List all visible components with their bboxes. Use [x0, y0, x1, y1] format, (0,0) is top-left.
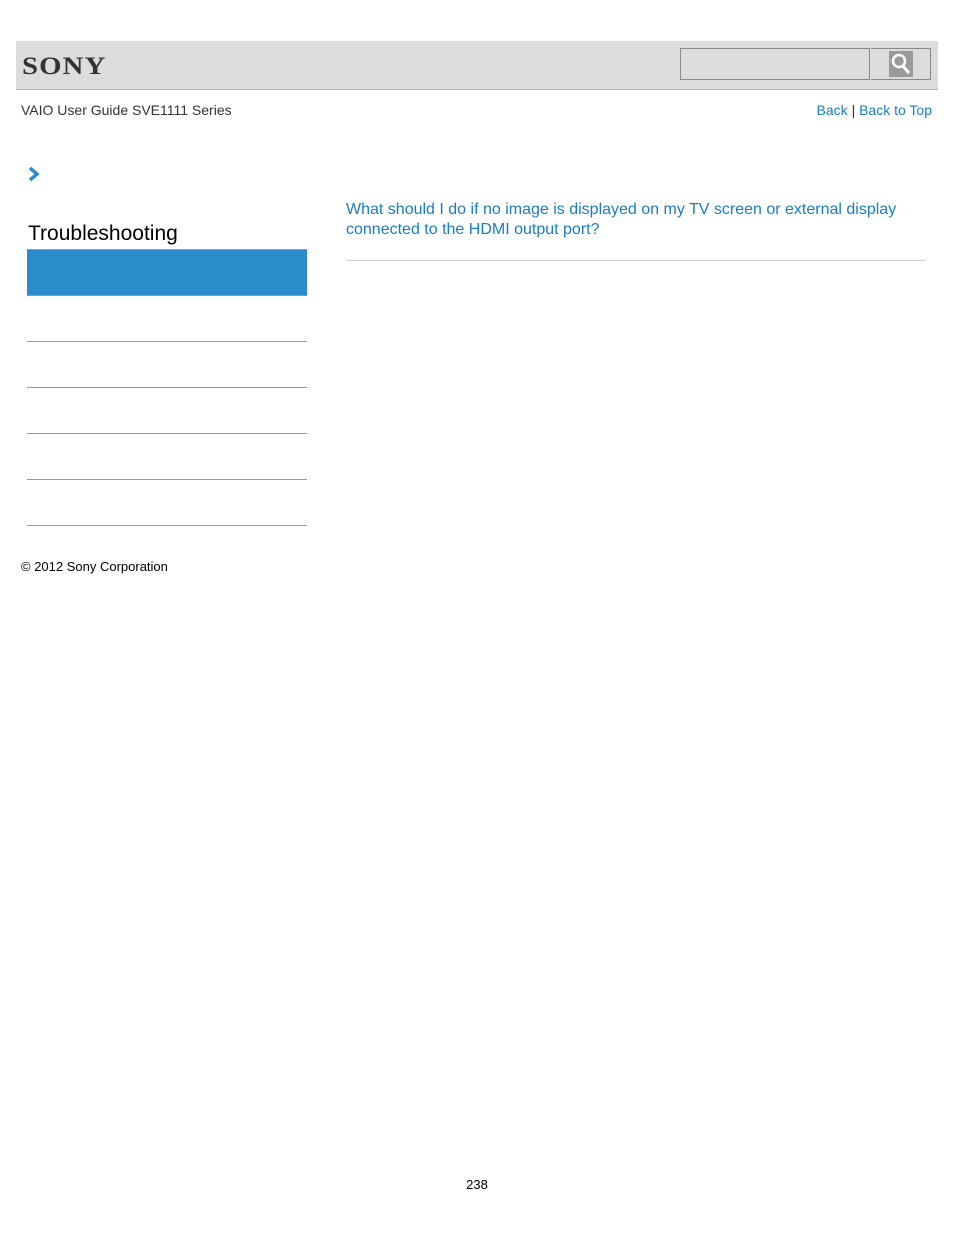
sidebar-item[interactable] — [27, 342, 307, 388]
sidebar-nav — [27, 249, 307, 526]
search-icon — [888, 51, 913, 77]
sidebar-item[interactable] — [27, 296, 307, 342]
sidebar-item-active[interactable] — [27, 249, 307, 296]
search-button[interactable] — [871, 48, 931, 80]
sony-logo: SONY — [22, 53, 107, 80]
guide-title: VAIO User Guide SVE1111 Series — [21, 102, 232, 118]
sidebar-item[interactable] — [27, 480, 307, 526]
search-input[interactable] — [680, 48, 870, 80]
back-to-top-link[interactable]: Back to Top — [859, 102, 932, 118]
chevron-right-icon[interactable] — [27, 166, 41, 187]
topic-link[interactable]: What should I do if no image is displaye… — [346, 200, 926, 240]
page-number: 238 — [466, 1177, 488, 1192]
nav-separator: | — [851, 102, 856, 118]
sidebar-item[interactable] — [27, 434, 307, 480]
top-nav-links: Back | Back to Top — [817, 102, 932, 118]
copyright: © 2012 Sony Corporation — [21, 559, 168, 574]
section-title: Troubleshooting — [28, 222, 178, 245]
content-divider — [346, 260, 926, 261]
sidebar-item[interactable] — [27, 388, 307, 434]
back-link[interactable]: Back — [817, 102, 848, 118]
header-bar: SONY — [16, 41, 938, 90]
